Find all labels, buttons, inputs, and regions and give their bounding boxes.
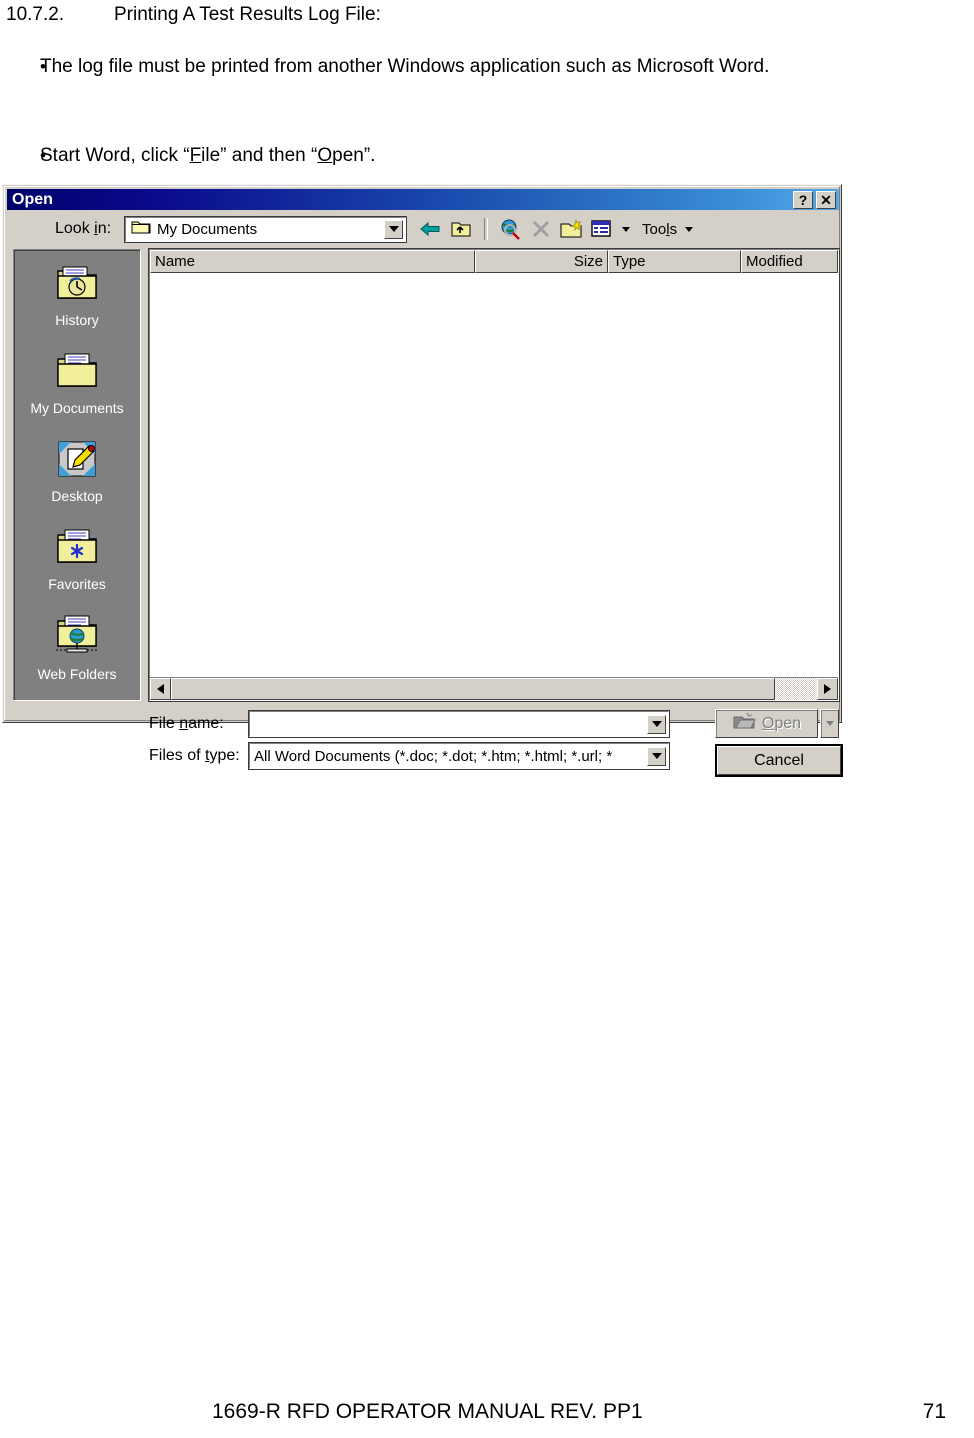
cancel-button[interactable]: Cancel [715,744,843,777]
places-item-history[interactable]: History [14,256,140,344]
heading-number: 10.7.2. [6,4,65,25]
places-item-label: Web Folders [37,666,117,682]
places-item-label: History [55,312,99,328]
places-item-favorites[interactable]: Favorites [14,520,140,608]
places-item-label: My Documents [30,400,124,416]
places-item-my-documents[interactable]: My Documents [14,344,140,432]
folder-icon [131,219,151,240]
desktop-icon [55,438,99,485]
open-split-arrow-button[interactable] [820,709,839,738]
file-list-header-row: Name Size Type Modified [150,250,838,273]
page-footer: 1669-R RFD OPERATOR MANUAL REV. PP1 71 [0,1400,974,1424]
open-folder-icon [732,712,756,735]
bullet-list-item: • The log file must be printed from anot… [6,53,940,81]
open-dialog-inner: Open ? ✕ Look in: My Documents Tools His… [4,186,843,777]
scroll-left-arrow-icon[interactable] [150,678,171,700]
open-button[interactable]: Open [715,709,818,738]
places-item-web-folders[interactable]: Web Folders [14,608,140,696]
file-list-body[interactable] [150,273,838,677]
dialog-toolbar: Tools [418,216,694,242]
lookin-value: My Documents [157,220,258,238]
open-button-group[interactable]: Open [715,709,839,738]
cancel-button-label: Cancel [717,746,841,775]
favorites-folder-icon [53,526,101,573]
new-folder-icon[interactable] [558,216,584,242]
column-header-name[interactable]: Name [150,250,475,273]
back-arrow-icon[interactable] [418,216,444,242]
close-icon[interactable]: ✕ [816,190,836,209]
heading-text: Printing A Test Results Log File: [114,4,381,25]
footer-manual-title: 1669-R RFD OPERATOR MANUAL REV. PP1 [212,1400,643,1423]
column-header-modified[interactable]: Modified [741,250,838,273]
bullet-marker: • [40,146,46,165]
up-one-level-icon[interactable] [448,216,474,242]
history-folder-icon [53,262,101,309]
views-icon[interactable] [588,216,614,242]
lookin-combobox[interactable]: My Documents [124,215,408,243]
footer-page-number: 71 [922,1400,946,1423]
file-type-value: All Word Documents (*.doc; *.dot; *.htm;… [254,747,613,765]
web-folders-icon [53,614,101,663]
places-item-label: Desktop [51,488,103,504]
column-header-size[interactable]: Size [475,250,608,273]
bullet-marker: • [40,57,46,76]
file-list-horizontal-scrollbar[interactable] [150,677,838,700]
file-name-label: File name: [149,715,224,732]
open-dialog: Open ? ✕ Look in: My Documents Tools His… [2,184,843,777]
scrollbar-thumb[interactable] [171,678,775,700]
help-button[interactable]: ? [793,190,813,209]
views-dropdown-arrow[interactable] [622,226,631,232]
file-list[interactable]: Name Size Type Modified [148,248,840,702]
search-web-icon[interactable] [498,216,524,242]
lookin-toolbar-row: Look in: My Documents Tools [7,213,839,245]
bullet-list-item: • Start Word, click “File” and then “Ope… [6,142,940,170]
scrollbar-track[interactable] [775,678,817,700]
lookin-dropdown-arrow[interactable] [384,219,404,239]
bullet-text: The log file must be printed from anothe… [40,56,770,77]
file-type-label: Files of type: [149,747,240,764]
scroll-right-arrow-icon[interactable] [817,678,838,700]
places-bar: History My Documents Desktop Favorites W… [13,249,141,701]
file-name-dropdown-arrow[interactable] [647,714,666,734]
my-documents-folder-icon [53,350,101,397]
file-type-dropdown-arrow[interactable] [647,746,666,766]
file-type-combobox[interactable]: All Word Documents (*.doc; *.dot; *.htm;… [248,742,670,770]
bullet-text: Start Word, click “File” and then “Open”… [40,145,376,166]
toolbar-separator [484,218,489,240]
column-header-type[interactable]: Type [608,250,741,273]
delete-x-icon [528,216,554,242]
places-item-label: Favorites [48,576,106,592]
tools-dropdown-arrow[interactable] [685,226,694,232]
lookin-label: Look in: [55,220,112,237]
dialog-titlebar: Open ? ✕ [7,189,839,210]
file-name-combobox[interactable] [248,710,670,738]
tools-menu-label[interactable]: Tools [642,221,677,238]
places-item-desktop[interactable]: Desktop [14,432,140,520]
open-button-label: Open [761,714,802,732]
page-heading: 10.7.2. Printing A Test Results Log File: [6,2,381,28]
dialog-title: Open [12,190,53,208]
